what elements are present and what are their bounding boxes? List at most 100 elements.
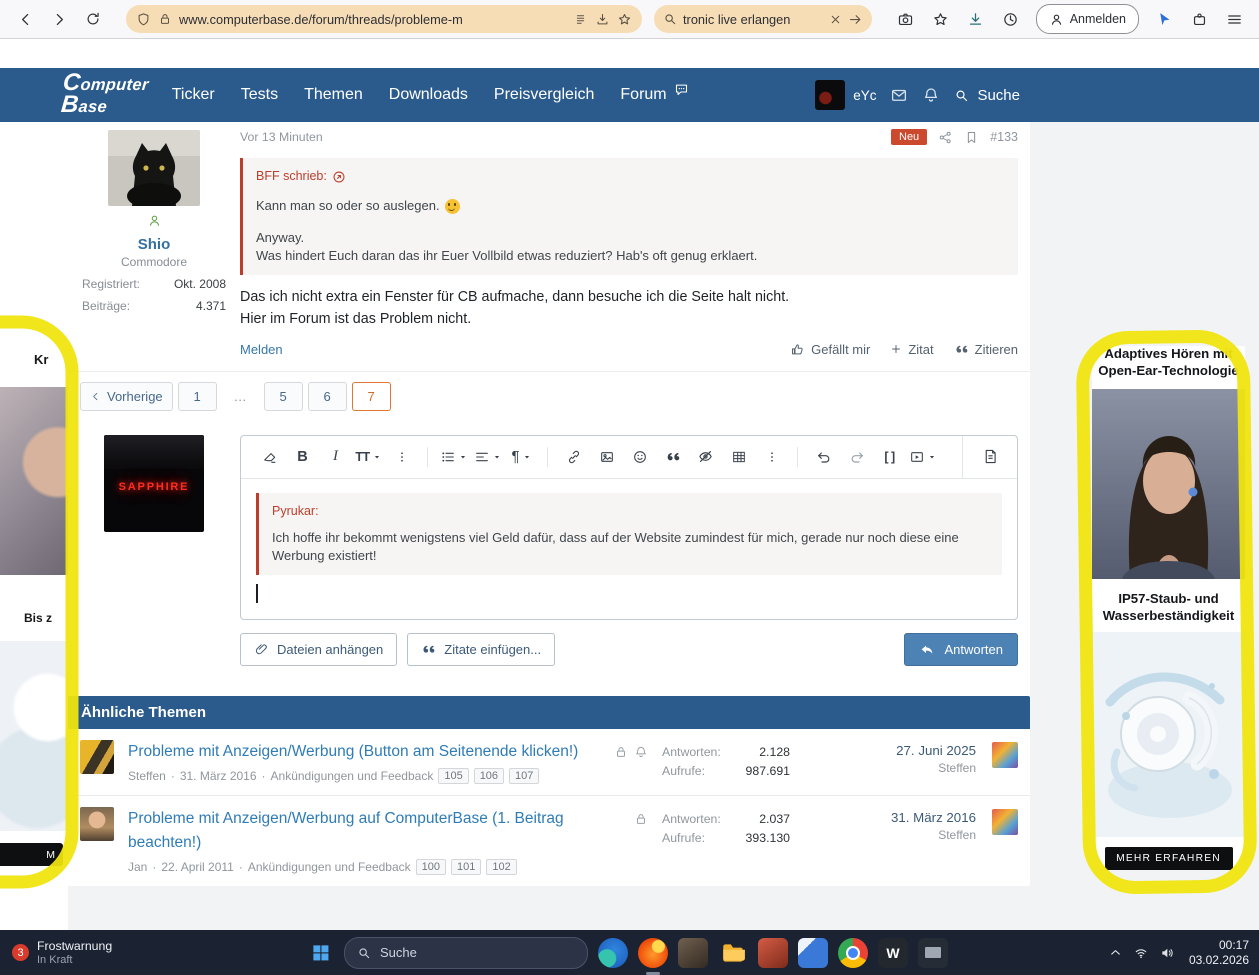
- multiquote-button[interactable]: Zitat: [890, 342, 934, 357]
- volume-icon[interactable]: [1159, 945, 1175, 961]
- search-go-icon[interactable]: [848, 12, 863, 27]
- smilies-button[interactable]: [623, 442, 656, 472]
- current-user-avatar[interactable]: SAPPHIRE: [104, 434, 204, 532]
- last-post-author[interactable]: Steffen: [804, 761, 976, 775]
- file-explorer-icon[interactable]: [718, 938, 748, 968]
- thread-author[interactable]: Jan: [128, 860, 147, 874]
- italic-button[interactable]: I: [319, 442, 352, 472]
- insert-quote-button[interactable]: [656, 442, 689, 472]
- firefox-icon[interactable]: [638, 937, 668, 975]
- reply-editor[interactable]: B I TT ¶ [] Pyrukar: Ich hoffe ihr beko…: [240, 434, 1018, 621]
- like-button[interactable]: Gefällt mir: [790, 342, 870, 357]
- thread-title-link[interactable]: Probleme mit Anzeigen/Werbung (Button am…: [128, 740, 590, 763]
- edge-icon[interactable]: [598, 937, 628, 968]
- thread-title-link[interactable]: Probleme mit Anzeigen/Werbung auf Comput…: [128, 807, 590, 854]
- thread-avatar[interactable]: [80, 807, 114, 842]
- report-link[interactable]: Melden: [240, 342, 283, 357]
- extension-pointer-button[interactable]: [1149, 5, 1179, 33]
- ad-left-model-image[interactable]: [0, 387, 68, 575]
- nav-forum[interactable]: Forum: [620, 86, 688, 104]
- menu-button[interactable]: [1219, 5, 1249, 33]
- author-name[interactable]: Shio: [68, 236, 240, 253]
- ad-right[interactable]: Adaptives Hören mit Open-Ear-Technologie…: [1092, 346, 1245, 870]
- taskbar-search[interactable]: Suche: [344, 936, 588, 969]
- undo-button[interactable]: [807, 442, 840, 472]
- author-avatar[interactable]: [108, 130, 200, 206]
- app-icon-6[interactable]: [798, 937, 828, 968]
- insert-quotes-button[interactable]: Zitate einfügen...: [407, 633, 556, 667]
- reply-button[interactable]: Antworten: [904, 633, 1018, 667]
- bookmarks-menu-button[interactable]: [926, 5, 956, 33]
- thread-avatar[interactable]: [80, 740, 114, 775]
- ad-product-image[interactable]: [1092, 632, 1245, 837]
- weather-widget[interactable]: 3 Frostwarnung In Kraft: [12, 930, 112, 975]
- app-icon-5[interactable]: [758, 937, 788, 968]
- tray-chevron-up-icon[interactable]: [1108, 945, 1123, 960]
- messages-mail-icon[interactable]: [890, 86, 908, 104]
- insert-table-button[interactable]: [722, 442, 755, 472]
- redo-button[interactable]: [840, 442, 873, 472]
- user-avatar[interactable]: [815, 80, 846, 110]
- page-badge[interactable]: 105: [438, 768, 469, 785]
- page-badge[interactable]: 107: [509, 768, 540, 785]
- history-button[interactable]: [996, 5, 1026, 33]
- username[interactable]: eYc: [853, 88, 876, 103]
- save-page-icon[interactable]: [595, 12, 610, 27]
- site-search-button[interactable]: Suche: [954, 87, 1020, 104]
- bookmark-star-icon[interactable]: [617, 12, 632, 27]
- last-post-date[interactable]: 31. März 2016: [804, 810, 976, 825]
- network-icon[interactable]: [1133, 945, 1149, 961]
- browser-search-field[interactable]: tronic live erlangen: [654, 5, 872, 33]
- post-time[interactable]: Vor 13 Minuten: [240, 130, 323, 144]
- bbcode-button[interactable]: [ ]: [873, 442, 906, 472]
- reader-mode-icon[interactable]: [573, 12, 588, 27]
- ad-left[interactable]: Kr Bis z M: [0, 338, 68, 866]
- tracking-shield-icon[interactable]: [136, 12, 151, 27]
- ad-model-image[interactable]: [1092, 389, 1245, 579]
- preview-button[interactable]: [962, 435, 1017, 478]
- insert-link-button[interactable]: [557, 442, 590, 472]
- more-format-button[interactable]: [385, 442, 418, 472]
- paragraph-button[interactable]: ¶: [505, 442, 538, 472]
- app-icon-9[interactable]: [918, 937, 948, 968]
- extensions-button[interactable]: [1184, 5, 1214, 33]
- insert-image-button[interactable]: [590, 442, 623, 472]
- remove-format-button[interactable]: [253, 442, 286, 472]
- list-button[interactable]: [437, 442, 471, 472]
- editor-text-area[interactable]: Pyrukar: Ich hoffe ihr bekommt wenigsten…: [241, 479, 1017, 619]
- chrome-icon[interactable]: [838, 937, 868, 968]
- last-poster-avatar[interactable]: [992, 809, 1018, 836]
- last-post-author[interactable]: Steffen: [804, 828, 976, 842]
- post-number[interactable]: #133: [990, 130, 1018, 144]
- attach-files-button[interactable]: Dateien anhängen: [240, 633, 398, 667]
- last-poster-avatar[interactable]: [992, 742, 1018, 769]
- start-button[interactable]: [306, 938, 334, 968]
- app-icon-3[interactable]: [678, 937, 708, 968]
- ad-left-product-image[interactable]: [0, 641, 68, 831]
- thread-forum[interactable]: Ankündigungen und Feedback: [271, 769, 434, 783]
- spoiler-button[interactable]: [689, 442, 722, 472]
- nav-themen[interactable]: Themen: [304, 86, 363, 104]
- page-badge[interactable]: 102: [486, 858, 517, 875]
- nav-ticker[interactable]: Ticker: [172, 86, 215, 104]
- alerts-bell-icon[interactable]: [922, 86, 940, 104]
- downloads-button[interactable]: [961, 5, 991, 33]
- ad-left-cta-button[interactable]: M: [0, 843, 63, 866]
- reload-button[interactable]: [78, 5, 108, 33]
- current-page-button[interactable]: 7: [351, 381, 391, 411]
- goto-post-icon[interactable]: [332, 170, 346, 184]
- align-button[interactable]: [471, 442, 505, 472]
- app-w-icon[interactable]: W: [878, 937, 908, 968]
- previous-page-button[interactable]: Vorherige: [80, 381, 173, 411]
- screenshot-button[interactable]: [891, 5, 921, 33]
- nav-preisvergleich[interactable]: Preisvergleich: [494, 86, 594, 104]
- thread-forum[interactable]: Ankündigungen und Feedback: [248, 860, 411, 874]
- page-badge[interactable]: 101: [451, 858, 482, 875]
- page-badge[interactable]: 100: [415, 858, 447, 875]
- insert-media-button[interactable]: [906, 442, 940, 472]
- share-icon[interactable]: [938, 130, 953, 145]
- page-badge[interactable]: 106: [473, 768, 505, 785]
- last-post-date[interactable]: 27. Juni 2025: [804, 743, 976, 758]
- nav-tests[interactable]: Tests: [241, 86, 278, 104]
- thread-author[interactable]: Steffen: [128, 769, 166, 783]
